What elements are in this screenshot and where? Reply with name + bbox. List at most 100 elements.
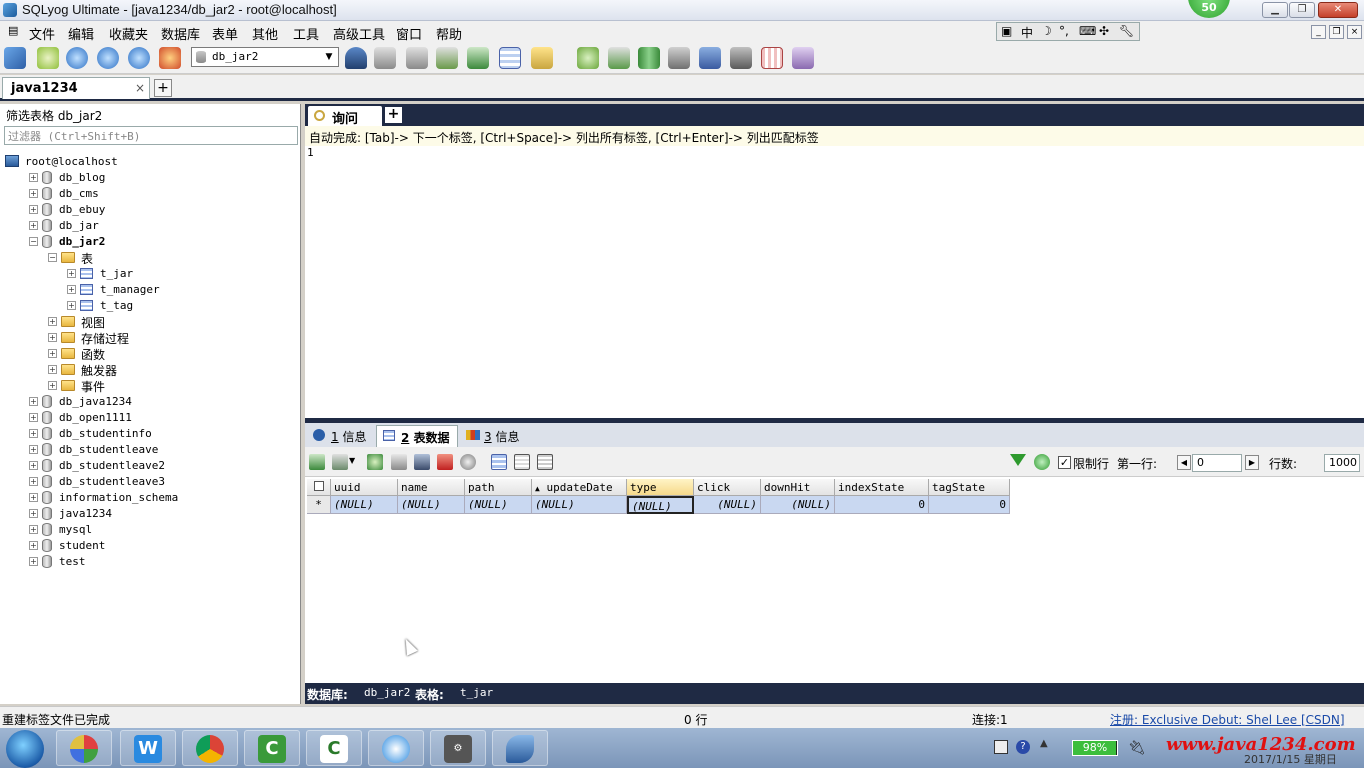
tree-item[interactable]: + db_studentleave2 [0,458,300,474]
column-header-downhit[interactable]: downHit [761,479,835,496]
minimize-button[interactable]: ▁ [1262,2,1288,18]
tree-item[interactable]: + db_cms [0,186,300,202]
filter-icon[interactable] [1010,454,1026,466]
save-icon[interactable] [414,454,430,470]
expand-toggle-icon[interactable]: + [48,333,57,342]
column-header-name[interactable]: name [398,479,465,496]
maximize-button[interactable]: ❐ [1289,2,1315,18]
cell-name[interactable]: (NULL) [398,496,465,514]
report-icon[interactable] [761,47,783,69]
expand-toggle-icon[interactable]: + [67,301,76,310]
expand-toggle-icon[interactable]: + [29,189,38,198]
schema-icon[interactable] [531,47,553,69]
menu-others[interactable]: 其他 [252,24,278,43]
expand-toggle-icon[interactable]: + [29,477,38,486]
menu-edit[interactable]: 编辑 [68,24,94,43]
menu-tools[interactable]: 工具 [293,24,319,43]
expand-toggle-icon[interactable]: − [29,237,38,246]
mdi-doc-icon[interactable]: ▤ [8,24,18,37]
table-icon[interactable] [499,47,521,69]
tree-item[interactable]: + db_studentleave [0,442,300,458]
tree-item[interactable]: + db_open1111 [0,410,300,426]
menu-favorites[interactable]: 收藏夹 [109,24,148,43]
backup-icon[interactable] [436,47,458,69]
import-rows-icon[interactable] [332,454,348,470]
cell-indexstate[interactable]: 0 [835,496,929,514]
tree-item[interactable]: + db_blog [0,170,300,186]
expand-toggle-icon[interactable]: + [48,381,57,390]
cell-uuid[interactable]: (NULL) [331,496,398,514]
tree-item[interactable]: − 表 [0,250,300,266]
column-header-type[interactable]: type [627,479,694,496]
tree-item[interactable]: + 触发器 [0,362,300,378]
cell-type[interactable]: (NULL) [627,496,694,514]
designer-icon[interactable] [792,47,814,69]
expand-toggle-icon[interactable]: + [48,317,57,326]
tray-help-icon[interactable]: ? [1016,740,1030,754]
taskbar-wps[interactable]: W [120,730,176,766]
migration-icon[interactable] [608,47,630,69]
prev-page-button[interactable]: ◀ [1177,455,1191,470]
menu-help[interactable]: 帮助 [436,24,462,43]
grid-view-icon[interactable] [491,454,507,470]
taskbar-sqlyog[interactable] [492,730,548,766]
tray-ime-icon[interactable] [994,740,1008,754]
tree-item[interactable]: + 存储过程 [0,330,300,346]
taskbar-date[interactable]: 2017/1/15 星期日 [1244,751,1337,767]
row-marker[interactable]: * [307,496,331,514]
menu-window[interactable]: 窗口 [396,24,422,43]
duplicate-row-icon[interactable] [391,454,407,470]
expand-toggle-icon[interactable]: + [48,349,57,358]
expand-toggle-icon[interactable]: + [67,269,76,278]
execute-all-icon[interactable] [97,47,119,69]
tree-item[interactable]: + t_tag [0,298,300,314]
refresh-data-icon[interactable] [1034,454,1050,470]
cell-path[interactable]: (NULL) [465,496,532,514]
menu-table[interactable]: 表单 [212,24,238,43]
tree-item[interactable]: + 视图 [0,314,300,330]
chevron-down-icon[interactable]: ▼ [349,456,355,465]
tree-item[interactable]: + student [0,538,300,554]
tree-item[interactable]: + db_ebuy [0,202,300,218]
expand-toggle-icon[interactable]: + [29,541,38,550]
expand-toggle-icon[interactable]: + [29,493,38,502]
tray-expand-icon[interactable]: ▲ [1040,738,1048,749]
expand-toggle-icon[interactable]: − [48,253,57,262]
close-icon[interactable]: × [135,81,145,95]
alter-database-icon[interactable] [406,47,428,69]
cancel-changes-icon[interactable] [460,454,476,470]
register-link[interactable]: 注册: Exclusive Debut: Shel Lee [CSDN] [1110,711,1345,728]
expand-toggle-icon[interactable]: + [29,509,38,518]
add-query-tab-button[interactable]: + [385,107,402,123]
expand-toggle-icon[interactable]: + [29,429,38,438]
column-header-tagstate[interactable]: tagState [929,479,1010,496]
cell-updatedate[interactable]: (NULL) [532,496,627,514]
taskbar-eclipse[interactable]: ⚙ [430,730,486,766]
cell-tagstate[interactable]: 0 [929,496,1010,514]
column-header-indexstate[interactable]: indexState [835,479,929,496]
chevron-down-icon[interactable]: ▼ [322,50,336,64]
column-header-uuid[interactable]: uuid [331,479,398,496]
tree-item[interactable]: + information_schema [0,490,300,506]
connection-tab-java1234[interactable]: java1234 × [2,77,150,99]
cell-click[interactable]: (NULL) [694,496,761,514]
first-row-input[interactable]: 0 [1192,454,1242,472]
expand-toggle-icon[interactable]: + [67,285,76,294]
windows-start-button[interactable] [6,730,44,768]
new-connection-icon[interactable] [37,47,59,69]
tree-item[interactable]: + db_java1234 [0,394,300,410]
tree-item[interactable]: + db_jar [0,218,300,234]
expand-toggle-icon[interactable]: + [29,525,38,534]
query-editor[interactable]: 自动完成: [Tab]-> 下一个标签, [Ctrl+Space]-> 列出所有… [305,126,1364,418]
ime-punct-icon[interactable]: °, [1059,24,1069,38]
tree-item[interactable]: + db_studentinfo [0,426,300,442]
taskbar-browser[interactable] [368,730,424,766]
compare-icon[interactable] [638,47,660,69]
tab-info[interactable]: 3 信息 [462,425,528,447]
expand-toggle-icon[interactable]: + [29,413,38,422]
expand-toggle-icon[interactable]: + [48,365,57,374]
tree-item[interactable]: + t_manager [0,282,300,298]
query-builder-icon[interactable] [699,47,721,69]
menu-advanced-tools[interactable]: 高级工具 [333,24,385,43]
select-all-checkbox[interactable] [307,479,331,496]
